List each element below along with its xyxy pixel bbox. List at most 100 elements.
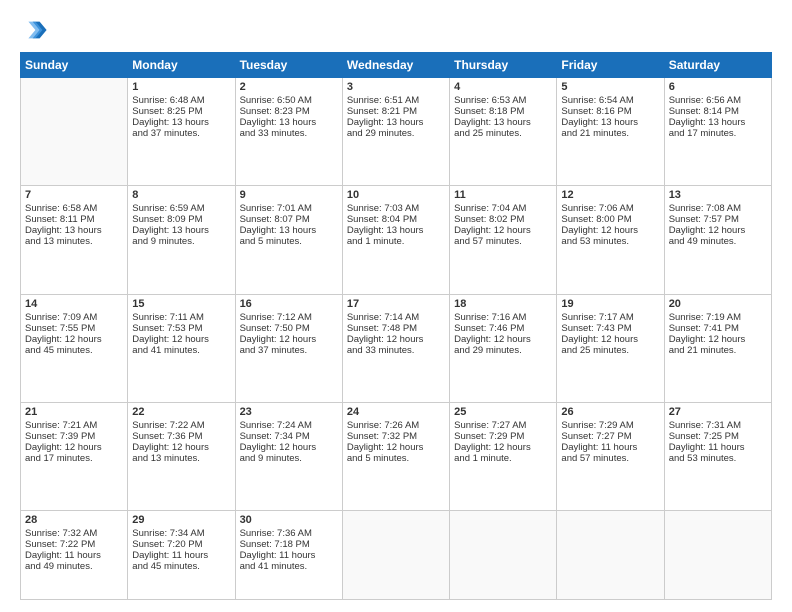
calendar-cell	[557, 511, 664, 600]
day-info: Sunset: 8:04 PM	[347, 214, 445, 225]
day-info: Sunrise: 6:59 AM	[132, 203, 230, 214]
day-info: and 9 minutes.	[132, 236, 230, 247]
calendar-cell: 6Sunrise: 6:56 AMSunset: 8:14 PMDaylight…	[664, 78, 771, 186]
day-info: Sunset: 8:11 PM	[25, 214, 123, 225]
day-number: 4	[454, 81, 552, 93]
day-info: Daylight: 11 hours	[561, 442, 659, 453]
day-info: Sunrise: 7:16 AM	[454, 312, 552, 323]
day-info: Sunset: 7:32 PM	[347, 431, 445, 442]
day-info: Daylight: 11 hours	[132, 550, 230, 561]
calendar-row-1: 7Sunrise: 6:58 AMSunset: 8:11 PMDaylight…	[21, 186, 772, 294]
day-info: Sunrise: 6:56 AM	[669, 95, 767, 106]
day-info: Sunset: 7:34 PM	[240, 431, 338, 442]
day-info: Daylight: 11 hours	[25, 550, 123, 561]
day-info: Sunrise: 7:27 AM	[454, 420, 552, 431]
day-info: Sunrise: 7:14 AM	[347, 312, 445, 323]
day-info: Sunset: 8:23 PM	[240, 106, 338, 117]
day-info: and 1 minute.	[347, 236, 445, 247]
day-info: Sunrise: 7:34 AM	[132, 528, 230, 539]
day-number: 20	[669, 298, 767, 310]
weekday-wednesday: Wednesday	[342, 53, 449, 78]
day-number: 21	[25, 406, 123, 418]
day-info: Sunset: 8:25 PM	[132, 106, 230, 117]
calendar-cell: 17Sunrise: 7:14 AMSunset: 7:48 PMDayligh…	[342, 294, 449, 402]
weekday-header-row: SundayMondayTuesdayWednesdayThursdayFrid…	[21, 53, 772, 78]
day-info: Sunrise: 7:21 AM	[25, 420, 123, 431]
day-info: Daylight: 12 hours	[347, 442, 445, 453]
calendar-cell: 27Sunrise: 7:31 AMSunset: 7:25 PMDayligh…	[664, 402, 771, 510]
calendar-cell: 18Sunrise: 7:16 AMSunset: 7:46 PMDayligh…	[450, 294, 557, 402]
calendar-cell	[664, 511, 771, 600]
calendar-cell: 22Sunrise: 7:22 AMSunset: 7:36 PMDayligh…	[128, 402, 235, 510]
calendar-cell: 23Sunrise: 7:24 AMSunset: 7:34 PMDayligh…	[235, 402, 342, 510]
day-info: Sunset: 7:48 PM	[347, 323, 445, 334]
day-number: 28	[25, 514, 123, 526]
day-info: Daylight: 12 hours	[132, 442, 230, 453]
day-info: Sunset: 8:09 PM	[132, 214, 230, 225]
calendar-row-4: 28Sunrise: 7:32 AMSunset: 7:22 PMDayligh…	[21, 511, 772, 600]
day-number: 24	[347, 406, 445, 418]
day-info: Daylight: 13 hours	[347, 117, 445, 128]
day-info: Sunset: 8:07 PM	[240, 214, 338, 225]
calendar-cell: 12Sunrise: 7:06 AMSunset: 8:00 PMDayligh…	[557, 186, 664, 294]
day-info: Sunset: 7:27 PM	[561, 431, 659, 442]
day-info: Sunrise: 7:24 AM	[240, 420, 338, 431]
day-info: Sunrise: 7:32 AM	[25, 528, 123, 539]
day-number: 3	[347, 81, 445, 93]
day-info: Sunset: 7:25 PM	[669, 431, 767, 442]
day-info: and 45 minutes.	[132, 561, 230, 572]
calendar-cell: 21Sunrise: 7:21 AMSunset: 7:39 PMDayligh…	[21, 402, 128, 510]
weekday-tuesday: Tuesday	[235, 53, 342, 78]
day-info: and 13 minutes.	[132, 453, 230, 464]
day-info: and 57 minutes.	[454, 236, 552, 247]
day-info: and 25 minutes.	[454, 128, 552, 139]
weekday-monday: Monday	[128, 53, 235, 78]
day-info: Daylight: 12 hours	[132, 334, 230, 345]
calendar-cell: 25Sunrise: 7:27 AMSunset: 7:29 PMDayligh…	[450, 402, 557, 510]
day-info: Daylight: 12 hours	[454, 334, 552, 345]
calendar-cell: 15Sunrise: 7:11 AMSunset: 7:53 PMDayligh…	[128, 294, 235, 402]
day-info: Sunset: 8:14 PM	[669, 106, 767, 117]
day-info: and 37 minutes.	[240, 345, 338, 356]
day-number: 26	[561, 406, 659, 418]
day-info: Daylight: 13 hours	[561, 117, 659, 128]
day-info: Daylight: 12 hours	[454, 442, 552, 453]
calendar-row-3: 21Sunrise: 7:21 AMSunset: 7:39 PMDayligh…	[21, 402, 772, 510]
day-info: and 25 minutes.	[561, 345, 659, 356]
day-info: and 41 minutes.	[132, 345, 230, 356]
day-number: 11	[454, 189, 552, 201]
calendar-row-0: 1Sunrise: 6:48 AMSunset: 8:25 PMDaylight…	[21, 78, 772, 186]
calendar-table: SundayMondayTuesdayWednesdayThursdayFrid…	[20, 52, 772, 600]
calendar-cell: 26Sunrise: 7:29 AMSunset: 7:27 PMDayligh…	[557, 402, 664, 510]
day-info: and 53 minutes.	[669, 453, 767, 464]
calendar-cell: 9Sunrise: 7:01 AMSunset: 8:07 PMDaylight…	[235, 186, 342, 294]
calendar-cell: 24 Sunrise: 7:26 AMSunset: 7:32 PMDayligh…	[342, 402, 449, 510]
calendar-cell: 7Sunrise: 6:58 AMSunset: 8:11 PMDaylight…	[21, 186, 128, 294]
day-info: Sunset: 7:55 PM	[25, 323, 123, 334]
day-info: Daylight: 12 hours	[669, 334, 767, 345]
day-info: Sunrise: 6:50 AM	[240, 95, 338, 106]
day-info: Sunrise: 7:26 AM	[347, 420, 445, 431]
day-info: Sunrise: 7:06 AM	[561, 203, 659, 214]
calendar-cell: 5Sunrise: 6:54 AMSunset: 8:16 PMDaylight…	[557, 78, 664, 186]
day-info: Sunset: 7:29 PM	[454, 431, 552, 442]
day-info: and 49 minutes.	[25, 561, 123, 572]
day-info: Daylight: 13 hours	[25, 225, 123, 236]
calendar-cell	[21, 78, 128, 186]
day-number: 13	[669, 189, 767, 201]
calendar-cell: 4Sunrise: 6:53 AMSunset: 8:18 PMDaylight…	[450, 78, 557, 186]
calendar-cell: 14Sunrise: 7:09 AMSunset: 7:55 PMDayligh…	[21, 294, 128, 402]
calendar-cell	[450, 511, 557, 600]
day-info: Daylight: 13 hours	[132, 225, 230, 236]
day-number: 19	[561, 298, 659, 310]
day-info: Daylight: 13 hours	[240, 225, 338, 236]
day-info: Sunset: 7:43 PM	[561, 323, 659, 334]
day-info: Sunset: 7:57 PM	[669, 214, 767, 225]
calendar-cell: 10Sunrise: 7:03 AMSunset: 8:04 PMDayligh…	[342, 186, 449, 294]
day-info: Daylight: 11 hours	[669, 442, 767, 453]
day-number: 23	[240, 406, 338, 418]
day-info: and 5 minutes.	[240, 236, 338, 247]
day-number: 12	[561, 189, 659, 201]
calendar-cell: 29Sunrise: 7:34 AMSunset: 7:20 PMDayligh…	[128, 511, 235, 600]
day-number: 6	[669, 81, 767, 93]
